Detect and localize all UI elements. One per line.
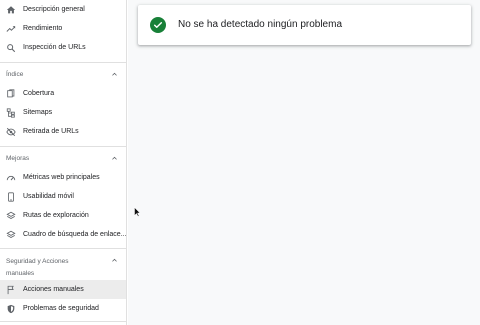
sidebar-item-label: Inspección de URLs [23,44,86,51]
sidebar-item-usabilidad-movil[interactable]: Usabilidad móvil [0,187,126,206]
section-title-indice: Índice [6,71,24,78]
status-message: No se ha detectado ningún problema [178,19,343,30]
sidebar-item-inspeccion-urls[interactable]: Inspección de URLs [0,38,126,57]
section-title-mejoras: Mejoras [6,155,30,162]
chevron-up-icon[interactable] [111,155,118,162]
sidebar-item-rutas-exploracion[interactable]: Rutas de exploración [0,206,126,225]
sidebar-item-descripcion-general[interactable]: Descripción general [0,0,126,19]
sidebar-item-label: Acciones manuales [23,286,84,293]
sidebar-item-label: Sitemaps [23,109,53,116]
flag-icon [6,285,16,295]
sidebar-item-retirada-urls[interactable]: Retirada de URLs [0,122,126,141]
sidebar-divider [0,248,126,249]
sidebar-divider [0,62,126,63]
sidebar-item-label: Métricas web principales [23,174,100,181]
smartphone-icon [6,191,16,202]
sidebar-item-acciones-manuales[interactable]: Acciones manuales [0,280,126,299]
sidebar-divider [0,321,126,322]
sidebar-item-label: Descripción general [23,6,85,13]
search-box-icon [6,230,16,240]
main-content: No se ha detectado ningún problema [128,0,480,325]
sidebar-item-problemas-seguridad[interactable]: Problemas de seguridad [0,299,126,318]
sidebar-item-label: Usabilidad móvil [23,193,74,200]
sidebar-item-label: Cobertura [23,90,55,97]
search-icon [6,43,16,53]
sidebar-item-rendimiento[interactable]: Rendimiento [0,19,126,38]
speed-gauge-icon [6,173,16,183]
check-circle-icon [150,17,166,33]
mouse-cursor-icon [134,207,141,217]
layers-icon [6,211,16,221]
trending-up-icon [6,24,16,34]
sidebar: Descripción general Rendimiento Inspecci… [0,0,127,325]
sidebar-item-label: Rutas de exploración [23,212,89,219]
status-card: No se ha detectado ningún problema [138,5,471,45]
shield-icon [6,304,16,314]
chevron-up-icon[interactable] [111,257,118,264]
sidebar-divider [0,146,126,147]
sitemap-icon [6,107,16,118]
sidebar-item-cobertura[interactable]: Cobertura [0,84,126,103]
sidebar-item-label: Cuadro de búsqueda de enlace... [23,231,127,238]
sidebar-item-label: Problemas de seguridad [23,305,99,312]
home-icon [6,5,16,15]
sidebar-item-label: Retirada de URLs [23,128,79,135]
section-title-seguridad: Seguridad y Acciones manuales [6,257,69,278]
sidebar-item-sitemaps[interactable]: Sitemaps [0,103,126,122]
section-title-line: Seguridad y Acciones [6,258,69,265]
file-copy-icon [6,88,16,99]
sidebar-item-label: Rendimiento [23,25,63,32]
chevron-up-icon[interactable] [111,71,118,78]
sidebar-item-cuadro-busqueda[interactable]: Cuadro de búsqueda de enlace... [0,225,127,244]
sidebar-item-metricas-web[interactable]: Métricas web principales [0,168,126,187]
eye-off-icon [6,127,16,137]
section-title-line: manuales [6,270,35,277]
